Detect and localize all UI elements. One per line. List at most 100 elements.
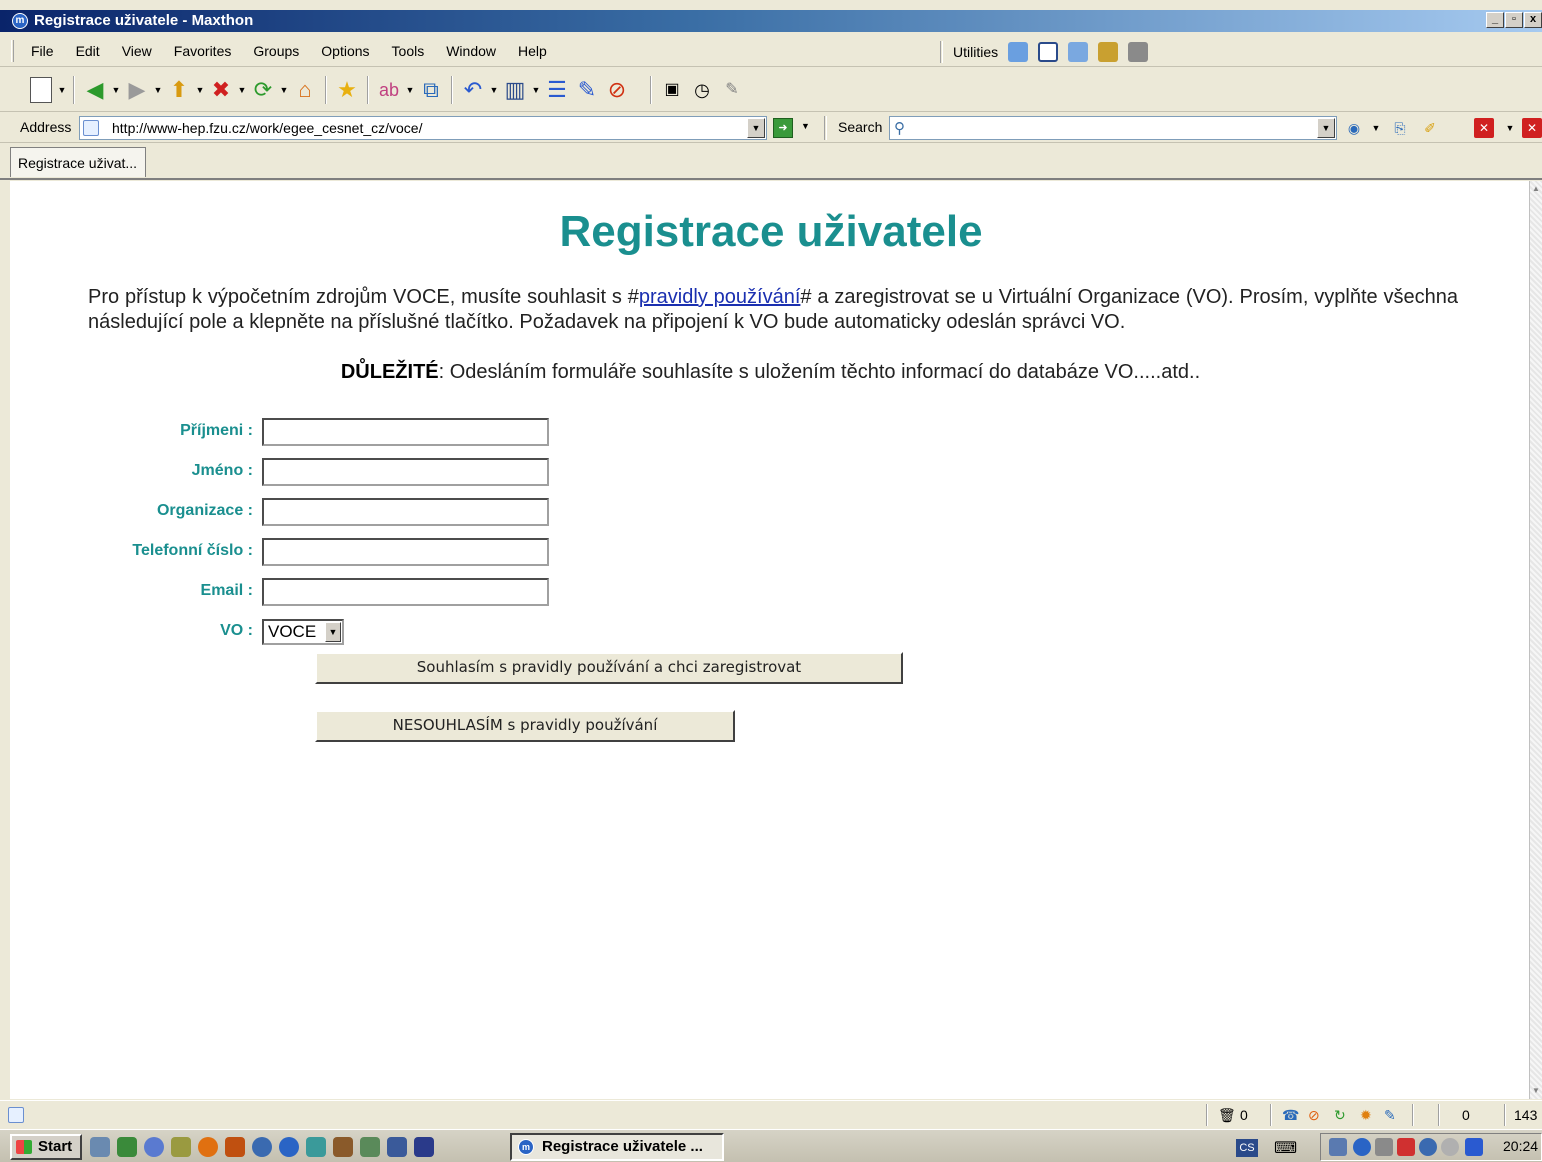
menu-edit[interactable]: Edit bbox=[65, 43, 111, 59]
sync-icon[interactable]: ↻ bbox=[1334, 1104, 1346, 1126]
search-engine-icon[interactable]: ◉ bbox=[1344, 118, 1364, 138]
columns-icon[interactable]: ▥ bbox=[500, 75, 530, 105]
forward-icon[interactable]: ▶ bbox=[122, 75, 152, 105]
go-icon[interactable]: ➜ bbox=[773, 118, 793, 138]
open-window-icon[interactable]: ⧉ bbox=[416, 75, 446, 105]
quicklaunch-app-icon[interactable] bbox=[144, 1137, 164, 1157]
clock[interactable]: 20:24 bbox=[1503, 1138, 1538, 1154]
edit-icon[interactable]: ✎ bbox=[572, 75, 602, 105]
scroll-down-arrow[interactable]: ▼ bbox=[1530, 1083, 1542, 1099]
menu-file[interactable]: File bbox=[20, 43, 65, 59]
tab-registrace[interactable]: Registrace uživat... bbox=[10, 147, 146, 177]
address-input[interactable] bbox=[112, 119, 732, 137]
quicklaunch-app-icon[interactable] bbox=[387, 1137, 407, 1157]
taskbar-window-button[interactable]: m Registrace uživatele ... bbox=[510, 1133, 724, 1161]
search-combo[interactable]: ⚲ ▼ bbox=[889, 116, 1337, 140]
surname-field[interactable] bbox=[262, 418, 549, 446]
close-tab-dropdown[interactable]: ▼ bbox=[1500, 118, 1520, 138]
refresh-dropdown[interactable]: ▼ bbox=[278, 85, 290, 95]
menu-window[interactable]: Window bbox=[435, 43, 507, 59]
clear-icon[interactable]: ✐ bbox=[1420, 118, 1440, 138]
quicklaunch-app-icon[interactable] bbox=[117, 1137, 137, 1157]
sun-icon[interactable]: ✹ bbox=[1360, 1104, 1372, 1126]
quicklaunch-app-icon[interactable] bbox=[90, 1137, 110, 1157]
screenshot-icon[interactable]: ▣ bbox=[657, 75, 687, 105]
quicklaunch-app-icon[interactable] bbox=[252, 1137, 272, 1157]
search-dropdown-arrow[interactable]: ▼ bbox=[1317, 118, 1335, 138]
tray-antivirus-icon[interactable] bbox=[1465, 1138, 1483, 1156]
spellcheck-icon[interactable]: ab bbox=[374, 75, 404, 105]
quicklaunch-app-icon[interactable] bbox=[360, 1137, 380, 1157]
blocker-icon[interactable]: ⊘ bbox=[1308, 1104, 1320, 1126]
tray-volume-icon[interactable] bbox=[1375, 1138, 1393, 1156]
email-field[interactable] bbox=[262, 578, 549, 606]
popup-icon[interactable]: ☎ bbox=[1282, 1104, 1299, 1126]
back-icon[interactable]: ◀ bbox=[80, 75, 110, 105]
menu-view[interactable]: View bbox=[111, 43, 163, 59]
menu-favorites[interactable]: Favorites bbox=[163, 43, 243, 59]
menu-help[interactable]: Help bbox=[507, 43, 558, 59]
maxthon-app-icon[interactable]: m bbox=[12, 13, 28, 29]
address-combo[interactable]: ▼ bbox=[79, 116, 767, 140]
organization-field[interactable] bbox=[262, 498, 549, 526]
back-dropdown[interactable]: ▼ bbox=[110, 85, 122, 95]
list-icon[interactable]: ☰ bbox=[542, 75, 572, 105]
quicklaunch-app-icon[interactable] bbox=[306, 1137, 326, 1157]
highlight-icon[interactable]: ⎘ bbox=[1390, 118, 1410, 138]
menu-groups[interactable]: Groups bbox=[242, 43, 310, 59]
columns-dropdown[interactable]: ▼ bbox=[530, 85, 542, 95]
menubar-grip[interactable] bbox=[11, 40, 14, 62]
menu-tools[interactable]: Tools bbox=[381, 43, 436, 59]
undo-icon[interactable]: ↶ bbox=[458, 75, 488, 105]
phone-field[interactable] bbox=[262, 538, 549, 566]
tray-maxthon-icon[interactable] bbox=[1353, 1138, 1371, 1156]
close-tab-icon[interactable]: ✕ bbox=[1474, 118, 1494, 138]
start-button[interactable]: Start bbox=[10, 1134, 82, 1160]
home-icon[interactable]: ⌂ bbox=[290, 75, 320, 105]
new-page-icon[interactable] bbox=[26, 75, 56, 105]
up-dropdown[interactable]: ▼ bbox=[194, 85, 206, 95]
quicklaunch-app-icon[interactable] bbox=[333, 1137, 353, 1157]
window-icon[interactable] bbox=[1038, 42, 1059, 62]
go-dropdown[interactable]: ▼ bbox=[801, 121, 810, 131]
spellcheck-dropdown[interactable]: ▼ bbox=[404, 85, 416, 95]
quicklaunch-app-icon[interactable] bbox=[171, 1137, 191, 1157]
person-icon[interactable] bbox=[1008, 42, 1029, 62]
compass-icon[interactable]: ◷ bbox=[687, 75, 717, 105]
maximize-button[interactable]: ▫ bbox=[1505, 12, 1523, 28]
agree-register-button[interactable]: Souhlasím s pravidly používání a chci za… bbox=[315, 652, 903, 684]
rules-link[interactable]: pravidly používání bbox=[639, 286, 801, 308]
refresh-icon[interactable]: ⟳ bbox=[248, 75, 278, 105]
scroll-up-arrow[interactable]: ▲ bbox=[1530, 181, 1542, 197]
tray-network-error-icon[interactable] bbox=[1397, 1138, 1415, 1156]
trash-icon[interactable]: 🗑 bbox=[1218, 1104, 1236, 1126]
blocked-icon[interactable]: ⊘ bbox=[602, 75, 632, 105]
undo-dropdown[interactable]: ▼ bbox=[488, 85, 500, 95]
stop-icon[interactable]: ✖ bbox=[206, 75, 236, 105]
tools-icon[interactable] bbox=[1128, 42, 1149, 62]
address-dropdown-arrow[interactable]: ▼ bbox=[747, 118, 765, 138]
vo-select[interactable]: VOCE ▼ bbox=[262, 619, 344, 645]
quicklaunch-app-icon[interactable] bbox=[279, 1137, 299, 1157]
close-all-icon[interactable]: ✕ bbox=[1522, 118, 1542, 138]
minimize-button[interactable]: _ bbox=[1486, 12, 1504, 28]
search-input[interactable] bbox=[916, 119, 1311, 137]
first-name-field[interactable] bbox=[262, 458, 549, 486]
up-icon[interactable]: ⬆ bbox=[164, 75, 194, 105]
vertical-scrollbar[interactable]: ▲ ▼ bbox=[1529, 181, 1542, 1099]
edit-small-icon[interactable]: ✎ bbox=[1384, 1104, 1396, 1126]
tray-update-icon[interactable] bbox=[1419, 1138, 1437, 1156]
tray-clock-app-icon[interactable] bbox=[1441, 1138, 1459, 1156]
disagree-button[interactable]: NESOUHLASÍM s pravidly používání bbox=[315, 710, 735, 742]
forward-dropdown[interactable]: ▼ bbox=[152, 85, 164, 95]
vo-dropdown-arrow[interactable]: ▼ bbox=[325, 622, 341, 642]
floppy-icon[interactable] bbox=[414, 1137, 434, 1157]
favorites-star-icon[interactable]: ★ bbox=[332, 75, 362, 105]
new-page-dropdown[interactable]: ▼ bbox=[56, 85, 68, 95]
stop-dropdown[interactable]: ▼ bbox=[236, 85, 248, 95]
tray-network-icon[interactable] bbox=[1329, 1138, 1347, 1156]
quicklaunch-app-icon[interactable] bbox=[225, 1137, 245, 1157]
quicklaunch-app-icon[interactable] bbox=[198, 1137, 218, 1157]
tool-icon[interactable]: ✎ bbox=[717, 75, 747, 105]
keyboard-icon[interactable]: ⌨ bbox=[1274, 1138, 1297, 1158]
